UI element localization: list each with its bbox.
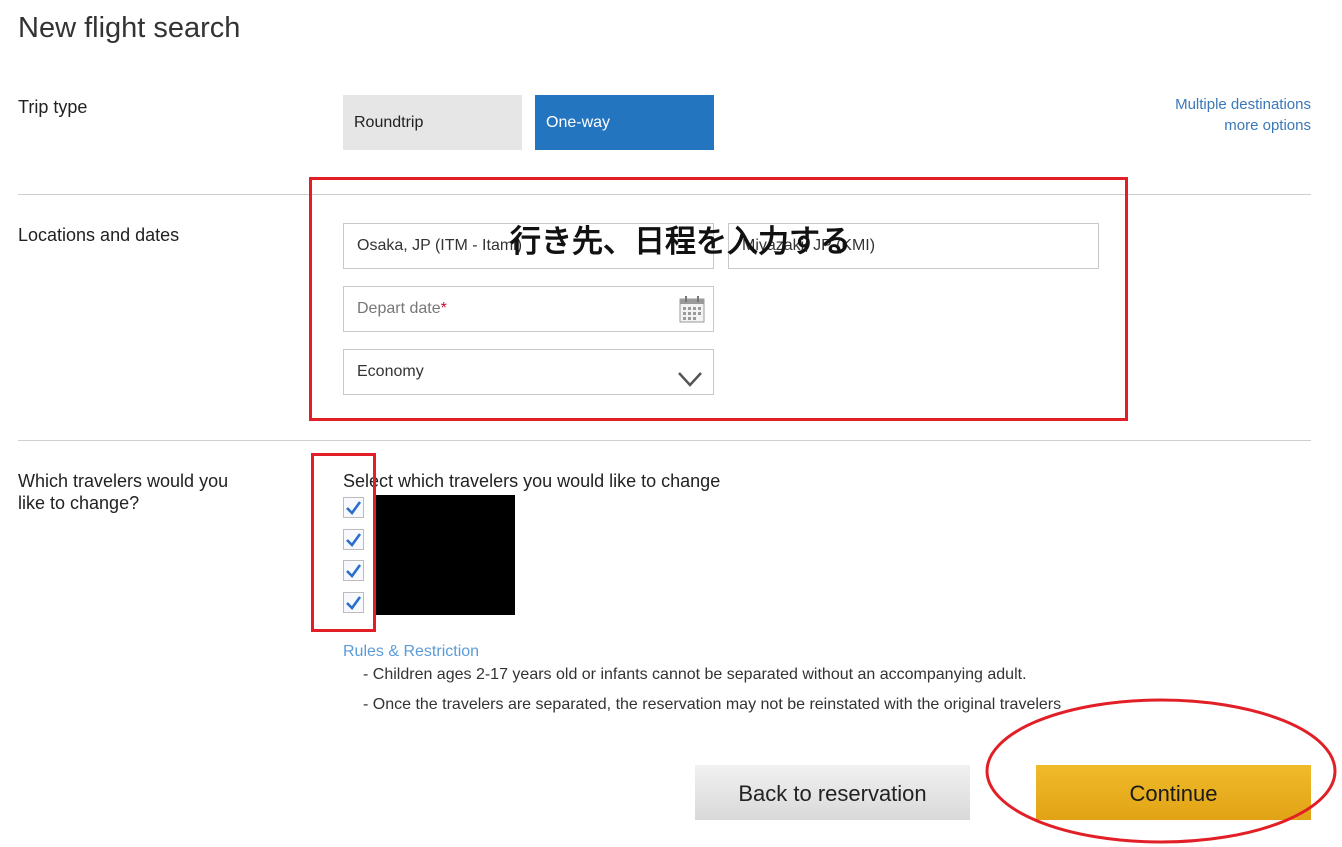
annotation-ellipse-continue <box>985 698 1337 844</box>
annotation-box-locations <box>309 177 1128 421</box>
rule-item-1: - Children ages 2-17 years old or infant… <box>363 666 1027 683</box>
more-options-link[interactable]: more options <box>1224 117 1311 134</box>
rules-restriction-link[interactable]: Rules & Restriction <box>343 643 479 661</box>
multiple-destinations-link[interactable]: Multiple destinations <box>1175 96 1311 113</box>
annotation-text: 行き先、日程を入力する <box>510 224 851 260</box>
back-to-reservation-button[interactable]: Back to reservation <box>695 765 970 820</box>
trip-type-label: Trip type <box>18 97 88 117</box>
travelers-label: Which travelers would you like to change… <box>18 471 229 513</box>
page-title: New flight search <box>18 12 241 44</box>
divider-middle <box>18 440 1311 441</box>
one-way-button[interactable]: One-way <box>535 95 714 150</box>
rule-item-2: - Once the travelers are separated, the … <box>363 696 1062 713</box>
annotation-box-checkboxes <box>311 453 376 632</box>
locations-dates-label: Locations and dates <box>18 225 180 245</box>
redacted-traveler-names <box>376 495 515 615</box>
travelers-prompt: Select which travelers you would like to… <box>343 471 721 491</box>
roundtrip-button[interactable]: Roundtrip <box>343 95 522 150</box>
